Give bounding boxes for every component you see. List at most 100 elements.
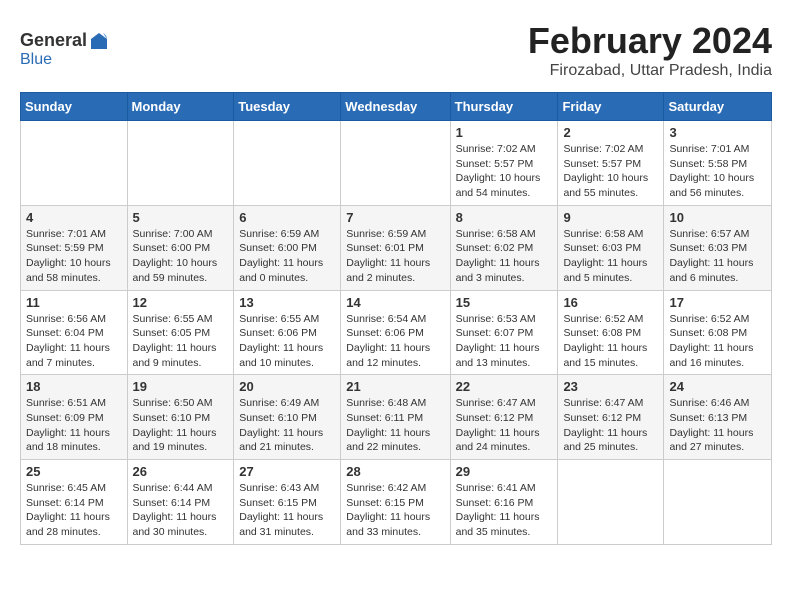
- table-cell: [21, 121, 128, 206]
- header-monday: Monday: [127, 93, 234, 121]
- table-cell: 14Sunrise: 6:54 AMSunset: 6:06 PMDayligh…: [341, 290, 450, 375]
- day-info: Sunrise: 6:42 AMSunset: 6:15 PMDaylight:…: [346, 481, 444, 540]
- day-info: Sunrise: 7:00 AMSunset: 6:00 PMDaylight:…: [133, 227, 229, 286]
- day-info: Sunrise: 6:59 AMSunset: 6:00 PMDaylight:…: [239, 227, 335, 286]
- week-row-3: 11Sunrise: 6:56 AMSunset: 6:04 PMDayligh…: [21, 290, 772, 375]
- day-number: 26: [133, 464, 229, 479]
- day-number: 8: [456, 210, 553, 225]
- week-row-5: 25 Sunrise: 6:45 AMSunset: 6:14 PMDayligh…: [21, 460, 772, 545]
- day-number: 24: [669, 379, 766, 394]
- table-cell: 26 Sunrise: 6:44 AMSunset: 6:14 PMDayligh…: [127, 460, 234, 545]
- day-number: 13: [239, 295, 335, 310]
- day-number: 5: [133, 210, 229, 225]
- table-cell: 9Sunrise: 6:58 AMSunset: 6:03 PMDaylight…: [558, 205, 664, 290]
- day-info: Sunrise: 6:58 AMSunset: 6:03 PMDaylight:…: [563, 227, 658, 286]
- logo-blue: Blue: [20, 51, 52, 68]
- header-friday: Friday: [558, 93, 664, 121]
- day-number: 16: [563, 295, 658, 310]
- table-cell: 20 Sunrise: 6:49 AMSunset: 6:10 PMDayligh…: [234, 375, 341, 460]
- day-number: 23: [563, 379, 658, 394]
- table-cell: 27 Sunrise: 6:43 AMSunset: 6:15 PMDayligh…: [234, 460, 341, 545]
- logo-general: General: [20, 30, 87, 51]
- calendar-title: February 2024: [20, 20, 772, 62]
- table-cell: 29Sunrise: 6:41 AMSunset: 6:16 PMDayligh…: [450, 460, 558, 545]
- table-cell: 22Sunrise: 6:47 AMSunset: 6:12 PMDayligh…: [450, 375, 558, 460]
- day-number: 15: [456, 295, 553, 310]
- day-info: Sunrise: 6:49 AMSunset: 6:10 PMDaylight:…: [239, 396, 335, 455]
- day-number: 27: [239, 464, 335, 479]
- day-info: Sunrise: 6:43 AMSunset: 6:15 PMDaylight:…: [239, 481, 335, 540]
- table-cell: 28 Sunrise: 6:42 AMSunset: 6:15 PMDayligh…: [341, 460, 450, 545]
- day-info: Sunrise: 6:52 AMSunset: 6:08 PMDaylight:…: [563, 312, 658, 371]
- day-number: 17: [669, 295, 766, 310]
- day-number: 6: [239, 210, 335, 225]
- table-cell: 19 Sunrise: 6:50 AMSunset: 6:10 PMDayligh…: [127, 375, 234, 460]
- day-info: Sunrise: 6:53 AMSunset: 6:07 PMDaylight:…: [456, 312, 553, 371]
- weekday-header-row: Sunday Monday Tuesday Wednesday Thursday…: [21, 93, 772, 121]
- day-info: Sunrise: 6:59 AMSunset: 6:01 PMDaylight:…: [346, 227, 444, 286]
- table-cell: 10Sunrise: 6:57 AMSunset: 6:03 PMDayligh…: [664, 205, 772, 290]
- logo-text: General: [20, 30, 111, 51]
- day-number: 7: [346, 210, 444, 225]
- day-number: 1: [456, 125, 553, 140]
- table-cell: 3 Sunrise: 7:01 AMSunset: 5:58 PMDaylight…: [664, 121, 772, 206]
- table-cell: [234, 121, 341, 206]
- day-info: Sunrise: 6:57 AMSunset: 6:03 PMDaylight:…: [669, 227, 766, 286]
- table-cell: [341, 121, 450, 206]
- table-cell: 6 Sunrise: 6:59 AMSunset: 6:00 PMDaylight…: [234, 205, 341, 290]
- table-cell: 17 Sunrise: 6:52 AMSunset: 6:08 PMDayligh…: [664, 290, 772, 375]
- week-row-2: 4 Sunrise: 7:01 AMSunset: 5:59 PMDaylight…: [21, 205, 772, 290]
- day-info: Sunrise: 7:01 AMSunset: 5:59 PMDaylight:…: [26, 227, 122, 286]
- table-cell: 7 Sunrise: 6:59 AMSunset: 6:01 PMDaylight…: [341, 205, 450, 290]
- header-sunday: Sunday: [21, 93, 128, 121]
- table-cell: 12 Sunrise: 6:55 AMSunset: 6:05 PMDayligh…: [127, 290, 234, 375]
- calendar-header: February 2024 Firozabad, Uttar Pradesh, …: [20, 20, 772, 80]
- day-number: 19: [133, 379, 229, 394]
- table-cell: 25 Sunrise: 6:45 AMSunset: 6:14 PMDayligh…: [21, 460, 128, 545]
- day-number: 29: [456, 464, 553, 479]
- header-saturday: Saturday: [664, 93, 772, 121]
- week-row-1: 1 Sunrise: 7:02 AMSunset: 5:57 PMDaylight…: [21, 121, 772, 206]
- day-info: Sunrise: 6:52 AMSunset: 6:08 PMDaylight:…: [669, 312, 766, 371]
- table-cell: 8 Sunrise: 6:58 AMSunset: 6:02 PMDaylight…: [450, 205, 558, 290]
- page-container: General Blue February 2024 Firozabad, Ut…: [20, 20, 772, 545]
- calendar-table: Sunday Monday Tuesday Wednesday Thursday…: [20, 92, 772, 545]
- day-info: Sunrise: 6:58 AMSunset: 6:02 PMDaylight:…: [456, 227, 553, 286]
- table-cell: 2Sunrise: 7:02 AMSunset: 5:57 PMDaylight…: [558, 121, 664, 206]
- table-cell: [127, 121, 234, 206]
- day-number: 21: [346, 379, 444, 394]
- week-row-4: 18 Sunrise: 6:51 AMSunset: 6:09 PMDayligh…: [21, 375, 772, 460]
- table-cell: 21 Sunrise: 6:48 AMSunset: 6:11 PMDayligh…: [341, 375, 450, 460]
- day-info: Sunrise: 6:44 AMSunset: 6:14 PMDaylight:…: [133, 481, 229, 540]
- day-number: 20: [239, 379, 335, 394]
- day-number: 25: [26, 464, 122, 479]
- table-cell: 13 Sunrise: 6:55 AMSunset: 6:06 PMDayligh…: [234, 290, 341, 375]
- day-number: 12: [133, 295, 229, 310]
- table-cell: 11Sunrise: 6:56 AMSunset: 6:04 PMDayligh…: [21, 290, 128, 375]
- day-number: 4: [26, 210, 122, 225]
- calendar-subtitle: Firozabad, Uttar Pradesh, India: [20, 62, 772, 80]
- table-cell: 16 Sunrise: 6:52 AMSunset: 6:08 PMDayligh…: [558, 290, 664, 375]
- header-thursday: Thursday: [450, 93, 558, 121]
- header-tuesday: Tuesday: [234, 93, 341, 121]
- day-info: Sunrise: 6:48 AMSunset: 6:11 PMDaylight:…: [346, 396, 444, 455]
- day-number: 28: [346, 464, 444, 479]
- day-info: Sunrise: 6:51 AMSunset: 6:09 PMDaylight:…: [26, 396, 122, 455]
- table-cell: 15 Sunrise: 6:53 AMSunset: 6:07 PMDayligh…: [450, 290, 558, 375]
- day-info: Sunrise: 6:50 AMSunset: 6:10 PMDaylight:…: [133, 396, 229, 455]
- table-cell: 5 Sunrise: 7:00 AMSunset: 6:00 PMDaylight…: [127, 205, 234, 290]
- day-info: Sunrise: 6:45 AMSunset: 6:14 PMDaylight:…: [26, 481, 122, 540]
- table-cell: 23 Sunrise: 6:47 AMSunset: 6:12 PMDayligh…: [558, 375, 664, 460]
- day-info: Sunrise: 7:01 AMSunset: 5:58 PMDaylight:…: [669, 142, 766, 201]
- day-number: 3: [669, 125, 766, 140]
- table-cell: [558, 460, 664, 545]
- logo: General Blue: [20, 20, 111, 69]
- logo-blue-text: Blue: [20, 51, 52, 69]
- day-info: Sunrise: 6:55 AMSunset: 6:06 PMDaylight:…: [239, 312, 335, 371]
- day-info: Sunrise: 6:47 AMSunset: 6:12 PMDaylight:…: [563, 396, 658, 455]
- day-number: 18: [26, 379, 122, 394]
- day-info: Sunrise: 6:56 AMSunset: 6:04 PMDaylight:…: [26, 312, 122, 371]
- day-info: Sunrise: 7:02 AMSunset: 5:57 PMDaylight:…: [456, 142, 553, 201]
- day-info: Sunrise: 6:55 AMSunset: 6:05 PMDaylight:…: [133, 312, 229, 371]
- header-wednesday: Wednesday: [341, 93, 450, 121]
